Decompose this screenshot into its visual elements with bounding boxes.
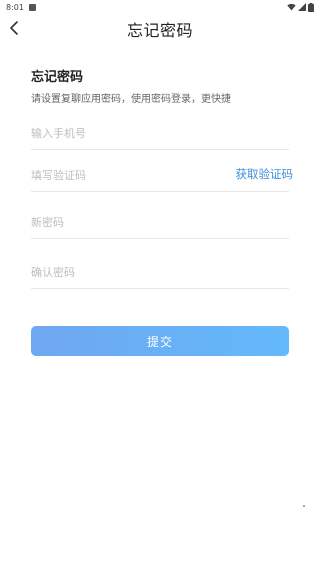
app-header: 忘记密码: [0, 14, 320, 42]
verification-code-input[interactable]: [31, 160, 181, 191]
form-title: 忘记密码: [31, 70, 84, 85]
status-icons: [287, 2, 314, 12]
confirm-password-input[interactable]: [31, 257, 289, 288]
phone-input[interactable]: [31, 118, 289, 149]
status-bar: 8:01: [0, 0, 320, 14]
signal-icon: [298, 3, 306, 11]
battery-icon: [308, 2, 314, 12]
get-code-button[interactable]: 获取验证码: [236, 166, 294, 182]
wifi-icon: [287, 3, 296, 11]
new-password-input[interactable]: [31, 207, 289, 238]
form-subtitle: 请设置复聊应用密码，使用密码登录，更快捷: [31, 94, 231, 105]
phone-field: [31, 118, 289, 150]
status-time: 8:01: [6, 2, 24, 12]
page-title: 忘记密码: [126, 21, 193, 40]
new-password-field: [31, 207, 289, 239]
confirm-password-field: [31, 257, 289, 289]
decorative-dot: [303, 505, 305, 507]
submit-button[interactable]: 提交: [31, 326, 289, 356]
notification-icon: [28, 3, 36, 11]
